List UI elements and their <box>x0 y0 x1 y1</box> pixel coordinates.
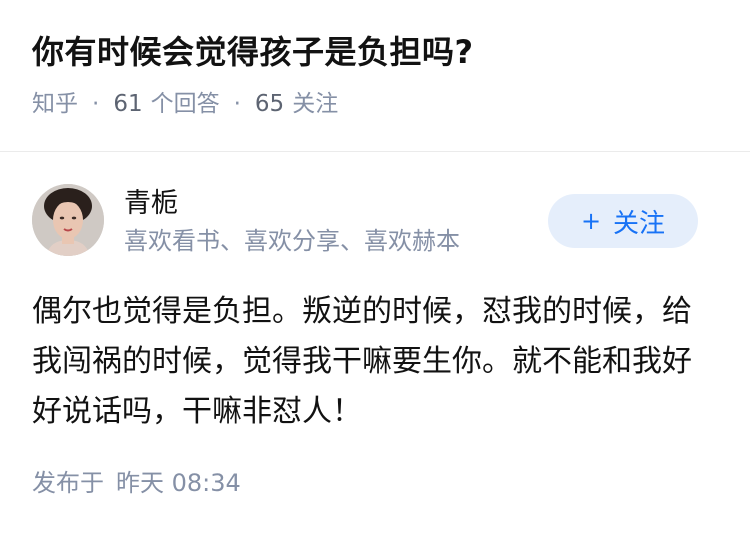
avatar[interactable] <box>32 184 104 256</box>
question-meta: 知乎 · 61 个回答 · 65 关注 <box>32 88 718 120</box>
publish-time: 发布于 昨天 08:34 <box>32 466 241 500</box>
follow-button[interactable]: + 关注 <box>548 194 698 248</box>
divider <box>0 151 750 152</box>
author-row: 青栀 喜欢看书、喜欢分享、喜欢赫本 + 关注 <box>32 184 698 260</box>
separator-dot: · <box>233 91 241 117</box>
separator-dot: · <box>92 91 100 117</box>
author-bio: 喜欢看书、喜欢分享、喜欢赫本 <box>124 227 460 255</box>
follow-count: 65 <box>254 91 285 117</box>
plus-icon: + <box>580 207 602 235</box>
answer-count: 61 <box>113 91 143 117</box>
answer-content[interactable]: 偶尔也觉得是负担。叛逆的时候，怼我的时候，给我闯祸的时候，觉得我干嘛要生你。就不… <box>32 287 710 437</box>
source-label[interactable]: 知乎 <box>32 88 78 120</box>
portrait-avatar-icon <box>32 184 104 256</box>
publish-time-value: 昨天 08:34 <box>116 469 241 497</box>
follow-button-label: 关注 <box>613 208 666 239</box>
author-info: 青栀 喜欢看书、喜欢分享、喜欢赫本 <box>124 186 460 258</box>
author-name[interactable]: 青栀 <box>124 186 460 222</box>
question-title[interactable]: 你有时候会觉得孩子是负担吗? <box>32 30 718 74</box>
answer-page: 你有时候会觉得孩子是负担吗? 知乎 · 61 个回答 · 65 关注 青栀 喜欢… <box>0 0 750 534</box>
follow-count-label: 关注 <box>292 91 339 117</box>
answer-count-label[interactable]: 个回答 <box>151 88 220 120</box>
question-header: 你有时候会觉得孩子是负担吗? 知乎 · 61 个回答 · 65 关注 <box>32 30 718 120</box>
publish-label: 发布于 <box>32 469 104 497</box>
